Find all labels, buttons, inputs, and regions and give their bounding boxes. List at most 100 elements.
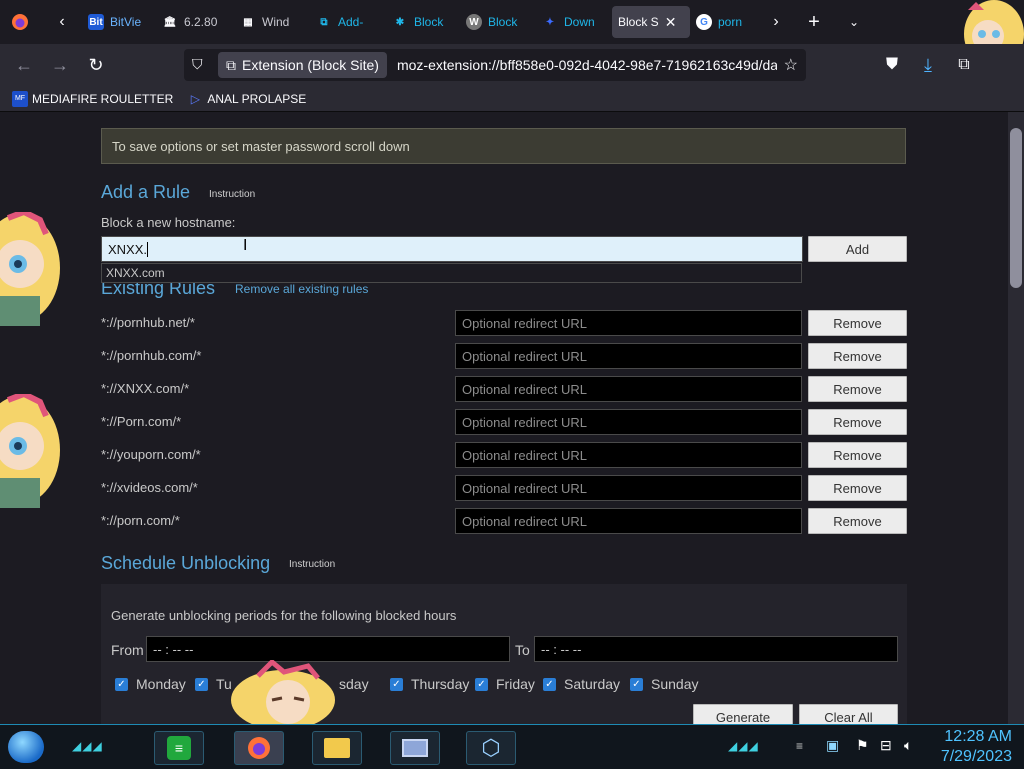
sticker-character-icon — [228, 658, 338, 724]
checkmark-icon[interactable]: ✓ — [390, 677, 403, 691]
clear-all-button[interactable]: Clear All — [799, 704, 898, 724]
tab-google[interactable]: G porn — [696, 6, 750, 38]
new-tab-icon[interactable]: + — [802, 10, 826, 34]
task-virtualbox[interactable]: ⬡ — [466, 731, 516, 765]
reload-icon[interactable]: ↻ — [84, 53, 108, 77]
tab-block-site-active[interactable]: Block S ✕ — [612, 6, 690, 38]
generate-button[interactable]: Generate — [693, 704, 793, 724]
start-orb-icon[interactable] — [8, 731, 44, 763]
bitview-favicon: Bit — [88, 14, 104, 30]
checkmark-icon[interactable]: ✓ — [115, 677, 128, 691]
tab-windows[interactable]: ▦ Wind — [240, 6, 298, 38]
sticker-character-icon — [0, 208, 62, 332]
volume-icon[interactable]: 🔈︎ — [904, 737, 912, 754]
bookmark-favicon: ▷ — [190, 91, 200, 106]
checkmark-icon[interactable]: ✓ — [543, 677, 556, 691]
day-checkbox[interactable]: sday — [339, 676, 369, 692]
autocomplete-suggestion[interactable]: XNXX.com — [101, 263, 802, 283]
redirect-url-input[interactable]: Optional redirect URL — [455, 508, 802, 534]
bookmark-mediafire[interactable]: MF MEDIAFIRE ROULETTER — [12, 90, 173, 107]
w-favicon: W — [466, 14, 482, 30]
rule-pattern: *://pornhub.net/* — [101, 315, 195, 330]
redirect-url-input[interactable]: Optional redirect URL — [455, 442, 802, 468]
scrollbar-thumb[interactable] — [1010, 128, 1022, 288]
day-checkbox[interactable]: ✓ Sunday — [630, 676, 698, 692]
network-icon[interactable]: ⊟ — [880, 737, 892, 754]
task-notes-app[interactable]: ≡ — [154, 731, 204, 765]
taskbar: ◢◢◢ ≡ ⬡ ◢◢◢ ≡ ▣ ⚑ ⊟ 🔈︎ 12:28 AM 7/29/202… — [0, 724, 1024, 769]
site-identity[interactable]: ⧉ Extension (Block Site) — [218, 52, 387, 78]
day-checkbox[interactable]: ✓ Monday — [115, 676, 186, 692]
page-content: To save options or set master password s… — [0, 112, 1008, 724]
downloads-icon[interactable]: ⤓ — [916, 53, 940, 77]
show-hidden-icons-icon[interactable]: ≡ — [796, 739, 803, 753]
day-label: Friday — [496, 676, 535, 692]
taskbar-decor: ◢◢◢ — [728, 739, 759, 753]
close-tab-icon[interactable]: ✕ — [665, 14, 677, 31]
task-file-explorer[interactable] — [312, 731, 362, 765]
remove-rule-button[interactable]: Remove — [808, 442, 907, 468]
tab-label: 6.2.80 — [184, 15, 218, 29]
from-time-input[interactable]: -- : -- -- — [146, 636, 510, 662]
shield-icon[interactable]: ⛉ — [192, 56, 203, 73]
tab-label: Block — [414, 15, 444, 29]
checkmark-icon[interactable]: ✓ — [630, 677, 643, 691]
redirect-url-input[interactable]: Optional redirect URL — [455, 310, 802, 336]
forward-arrow-icon[interactable]: → — [48, 53, 72, 77]
remove-rule-button[interactable]: Remove — [808, 508, 907, 534]
flag-icon[interactable]: ⚑ — [856, 737, 869, 754]
library-favicon: 🏛 — [163, 16, 177, 28]
hostname-input[interactable]: XNXX. — [101, 236, 803, 262]
checkmark-icon[interactable]: ✓ — [475, 677, 488, 691]
tab-addons[interactable]: ⧉ Add- — [316, 6, 370, 38]
pocket-icon[interactable]: ⛊ — [880, 53, 904, 77]
tab-strip: ‹ Bit BitVie 🏛 6.2.80 ▦ Wind ⧉ Add- ✱ Bl… — [0, 0, 1024, 68]
url-text[interactable]: moz-extension://bff858e0-092d-4042-98e7-… — [397, 57, 777, 73]
network-drive-icon[interactable]: ▣ — [826, 737, 839, 754]
remove-rule-button[interactable]: Remove — [808, 475, 907, 501]
system-clock[interactable]: 12:28 AM 7/29/2023 — [941, 727, 1012, 767]
tab-download[interactable]: ✦ Down — [542, 6, 598, 38]
day-checkbox[interactable]: ✓ Friday — [475, 676, 535, 692]
remove-rule-button[interactable]: Remove — [808, 310, 907, 336]
remove-all-rules-link[interactable]: Remove all existing rules — [235, 282, 368, 296]
hostname-input-value: XNXX. — [108, 241, 148, 257]
tab-scroll-right-icon[interactable]: › — [764, 10, 788, 34]
tab-scroll-left-icon[interactable]: ‹ — [50, 10, 74, 34]
redirect-url-input[interactable]: Optional redirect URL — [455, 409, 802, 435]
tab-library[interactable]: 🏛 6.2.80 — [162, 6, 222, 38]
navigation-bar: ← → ↻ ⛉ ⧉ Extension (Block Site) moz-ext… — [0, 44, 1024, 86]
task-firefox[interactable] — [234, 731, 284, 765]
tab-block-2[interactable]: W Block — [466, 6, 522, 38]
day-checkbox[interactable]: ✓ Tu — [195, 676, 232, 692]
day-checkbox[interactable]: ✓ Saturday — [543, 676, 620, 692]
tab-bitview[interactable]: Bit BitVie — [88, 6, 148, 38]
redirect-url-input[interactable]: Optional redirect URL — [455, 343, 802, 369]
redirect-url-input[interactable]: Optional redirect URL — [455, 376, 802, 402]
remove-rule-button[interactable]: Remove — [808, 376, 907, 402]
schedule-instruction-link[interactable]: Instruction — [289, 559, 335, 570]
add-button[interactable]: Add — [808, 236, 907, 262]
extensions-icon[interactable]: ⧉ — [952, 53, 976, 77]
list-tabs-icon[interactable]: ⌄ — [842, 10, 866, 34]
remove-rule-button[interactable]: Remove — [808, 409, 907, 435]
tab-block-1[interactable]: ✱ Block — [392, 6, 446, 38]
day-label: Saturday — [564, 676, 621, 692]
bookmark-second[interactable]: ▷ ANAL PROLAPSE — [187, 91, 307, 107]
day-checkbox[interactable]: ✓ Thursday — [390, 676, 469, 692]
redirect-url-input[interactable]: Optional redirect URL — [455, 475, 802, 501]
rule-pattern: *://porn.com/* — [101, 513, 180, 528]
url-bar[interactable]: ⛉ ⧉ Extension (Block Site) moz-extension… — [184, 49, 806, 81]
task-window-app[interactable] — [390, 731, 440, 765]
remove-rule-button[interactable]: Remove — [808, 343, 907, 369]
back-arrow-icon[interactable]: ← — [12, 53, 36, 77]
schedule-unblocking-heading: Schedule Unblocking — [101, 553, 271, 573]
to-time-input[interactable]: -- : -- -- — [534, 636, 898, 662]
checkmark-icon[interactable]: ✓ — [195, 677, 208, 691]
to-label: To — [515, 642, 530, 658]
firefox-menu-icon[interactable] — [8, 10, 32, 34]
add-rule-instruction-link[interactable]: Instruction — [209, 189, 255, 200]
bookmark-star-icon[interactable]: ☆ — [784, 55, 798, 75]
mediafire-icon: MF — [12, 90, 28, 107]
page-scrollbar[interactable] — [1008, 112, 1024, 724]
